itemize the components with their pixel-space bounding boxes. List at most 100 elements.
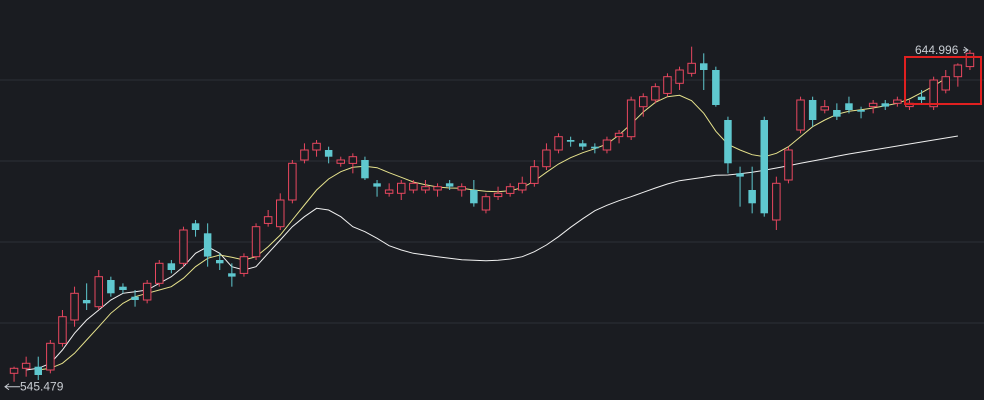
- candle-body: [167, 263, 176, 270]
- candle-body: [21, 362, 31, 369]
- candle-body: [881, 103, 889, 107]
- candle-body: [651, 86, 660, 101]
- candle: [566, 136, 575, 147]
- candle: [312, 140, 321, 157]
- candle-body: [530, 166, 539, 184]
- candle: [493, 186, 503, 200]
- candle: [868, 100, 878, 114]
- candle: [893, 96, 902, 107]
- candlestick-chart[interactable]: 644.996 545.479: [0, 0, 984, 400]
- candle-body: [433, 186, 442, 191]
- candle: [155, 260, 164, 287]
- candle-body: [336, 159, 345, 164]
- candle-body: [917, 96, 926, 100]
- candle-body: [833, 110, 841, 117]
- candle: [288, 160, 297, 204]
- candle-body: [639, 96, 648, 108]
- candle-body: [82, 300, 91, 304]
- candle-body: [119, 286, 127, 290]
- candle: [167, 260, 176, 274]
- candle: [808, 96, 817, 127]
- candle: [724, 116, 732, 174]
- chart-canvas[interactable]: 644.996 545.479: [0, 0, 984, 400]
- candle-body: [953, 64, 963, 78]
- candle-body: [796, 99, 805, 131]
- candle: [384, 183, 394, 197]
- candle-body: [481, 196, 491, 211]
- candle-body: [868, 102, 878, 108]
- candle-body: [348, 156, 358, 164]
- candle: [94, 270, 103, 310]
- candle-body: [554, 136, 563, 151]
- candle: [700, 53, 708, 90]
- candle: [70, 286, 79, 327]
- candle: [142, 280, 152, 304]
- candles: [9, 46, 975, 382]
- candle-body: [131, 296, 139, 300]
- candle-body: [965, 52, 975, 68]
- candle-body: [736, 173, 744, 177]
- candle-body: [845, 103, 853, 110]
- candle: [361, 156, 369, 180]
- candle: [373, 180, 381, 197]
- max-price-arrow-icon: [963, 46, 969, 54]
- candle-body: [228, 273, 236, 277]
- candle-body: [566, 140, 575, 142]
- candle-body: [493, 192, 503, 198]
- candle: [917, 90, 926, 104]
- candle: [239, 253, 249, 277]
- candle: [651, 83, 660, 104]
- candle: [675, 66, 684, 90]
- candle-body: [772, 182, 781, 221]
- candle-body: [893, 99, 902, 104]
- candle-body: [929, 79, 938, 108]
- candle-body: [748, 190, 756, 204]
- candle: [579, 140, 587, 150]
- candle-body: [179, 229, 188, 264]
- candle-body: [216, 260, 224, 264]
- candle-body: [518, 182, 527, 191]
- candle-body: [675, 69, 684, 84]
- moving-average-lines: [26, 77, 958, 371]
- candle-body: [94, 276, 103, 308]
- candle: [433, 183, 442, 197]
- candle: [300, 143, 309, 164]
- candle-body: [542, 149, 551, 168]
- candle-body: [614, 132, 624, 138]
- candle: [796, 96, 805, 134]
- price-annotations: 644.996 545.479: [4, 43, 982, 394]
- candle: [965, 50, 975, 70]
- candle-body: [724, 120, 732, 164]
- candle-body: [373, 183, 381, 187]
- candle-body: [107, 280, 115, 294]
- candle: [820, 100, 829, 114]
- candle-body: [300, 149, 309, 161]
- candle: [481, 193, 491, 214]
- candle-body: [70, 292, 79, 321]
- candle-body: [191, 223, 200, 230]
- candle: [626, 96, 636, 140]
- candle-body: [857, 110, 865, 112]
- candle-body: [421, 186, 430, 191]
- candle-body: [263, 216, 273, 224]
- candle: [760, 116, 768, 217]
- candle: [82, 283, 91, 310]
- candle-body: [820, 106, 829, 111]
- candle: [857, 106, 865, 119]
- candle-body: [579, 143, 587, 147]
- candle: [107, 276, 115, 297]
- candle-body: [784, 149, 793, 181]
- candle-body: [384, 189, 394, 194]
- candle-body: [505, 186, 515, 194]
- candle: [191, 220, 200, 237]
- candle: [276, 193, 285, 230]
- candle-body: [58, 316, 67, 344]
- candle: [542, 143, 551, 170]
- candle: [687, 46, 696, 77]
- candle-body: [941, 76, 950, 91]
- candle-body: [663, 76, 672, 94]
- candle: [179, 226, 188, 267]
- candle: [554, 133, 563, 154]
- candle: [397, 180, 406, 200]
- candle: [336, 156, 345, 167]
